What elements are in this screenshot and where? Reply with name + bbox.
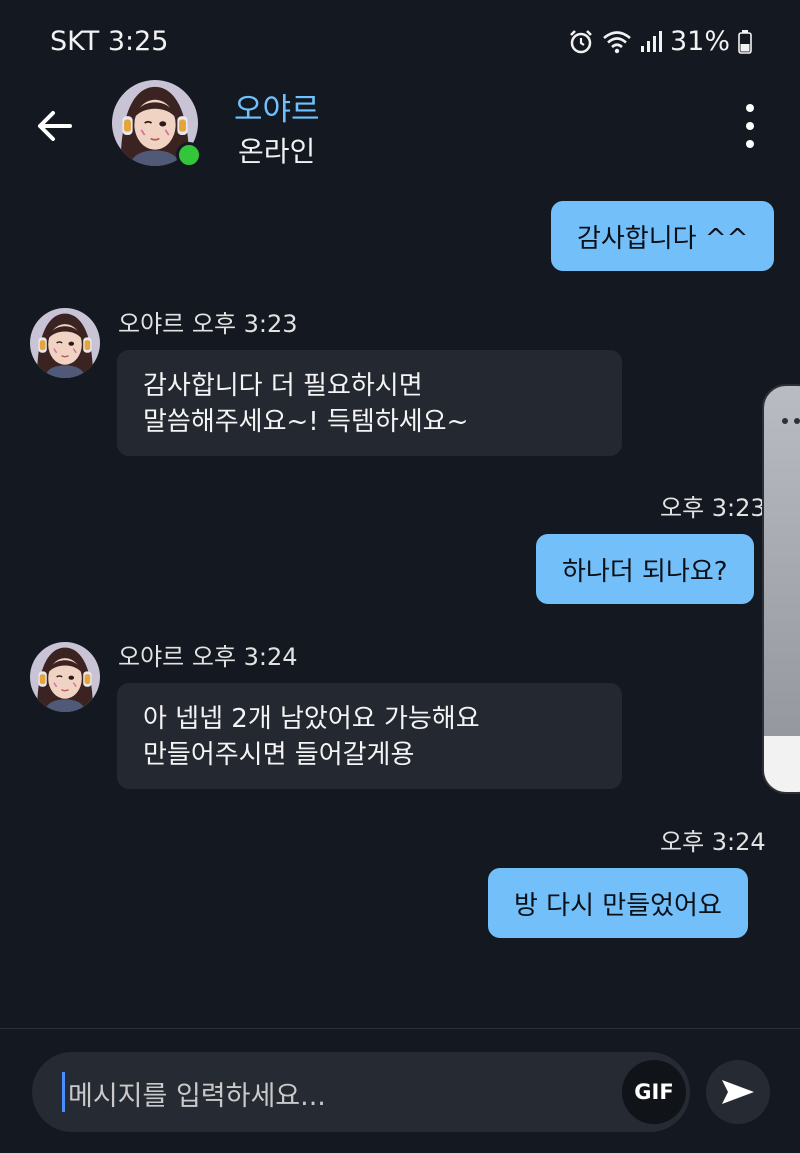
status-carrier-time: SKT 3:25 (50, 26, 169, 57)
message-line: 말씀해주세요~! 득템하세요~ (143, 407, 469, 437)
message-meta: 오야르 오후 3:23 (118, 310, 298, 338)
message-input-placeholder: 메시지를 입력하세요... (68, 1081, 326, 1112)
outgoing-message[interactable]: 방 다시 만들었어요 (488, 868, 748, 938)
incoming-message[interactable]: 감사합니다 더 필요하시면 말씀해주세요~! 득템하세요~ (117, 350, 622, 456)
gif-button[interactable]: GIF (622, 1060, 686, 1124)
sender-avatar[interactable] (30, 308, 100, 378)
battery-percent: 31% (669, 26, 730, 57)
floating-side-panel[interactable] (762, 384, 800, 794)
message-meta: 오후 3:23 (660, 494, 766, 522)
chat-header: 오야르 온라인 (0, 80, 800, 180)
battery-icon (738, 29, 752, 54)
more-vertical-icon (746, 104, 754, 112)
back-button[interactable] (30, 102, 78, 150)
message-meta: 오후 3:24 (660, 828, 766, 856)
message-line: 아 넵넵 2개 남았어요 가능해요 (143, 704, 480, 734)
arrow-left-icon (38, 111, 72, 141)
chat-screen: SKT 3:25 31% 오야르 온라인 감사합니다 ^^ 오야르 오후 3:2… (0, 0, 800, 1153)
message-meta: 오야르 오후 3:24 (118, 643, 298, 671)
outgoing-message[interactable]: 하나더 되나요? (536, 534, 754, 604)
drag-handle-icon (782, 418, 800, 424)
contact-status: 온라인 (238, 135, 316, 168)
send-icon (722, 1080, 754, 1104)
status-bar: SKT 3:25 31% (0, 0, 800, 80)
send-button[interactable] (706, 1060, 770, 1124)
message-line: 만들어주시면 들어갈게용 (143, 740, 415, 770)
wifi-icon (603, 30, 631, 53)
status-icons: 31% (568, 26, 752, 57)
online-indicator (176, 142, 202, 168)
contact-name[interactable]: 오야르 (234, 84, 320, 129)
panel-footer (764, 736, 800, 792)
more-options-button[interactable] (730, 104, 770, 148)
outgoing-message[interactable]: 감사합니다 ^^ (551, 201, 775, 271)
contact-avatar[interactable] (112, 80, 202, 168)
alarm-icon (570, 29, 592, 53)
signal-icon (640, 30, 662, 52)
incoming-message[interactable]: 아 넵넵 2개 남았어요 가능해요 만들어주시면 들어갈게용 (117, 683, 622, 789)
sender-avatar[interactable] (30, 642, 100, 712)
text-caret (62, 1072, 65, 1112)
message-line: 감사합니다 더 필요하시면 (143, 371, 423, 401)
composer-divider (0, 1028, 800, 1029)
message-input[interactable]: 메시지를 입력하세요... GIF (32, 1052, 690, 1132)
